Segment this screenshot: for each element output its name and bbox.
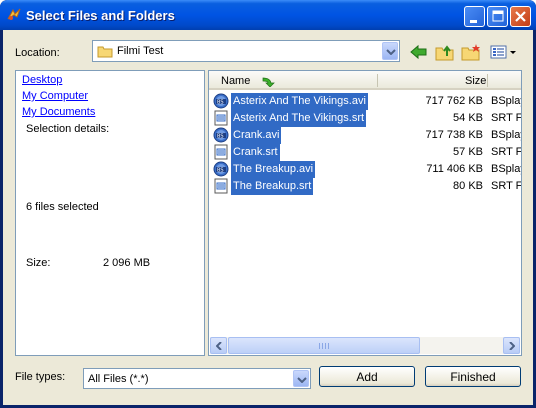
location-value: Filmi Test (117, 45, 164, 57)
scroll-thumb[interactable] (228, 337, 420, 354)
file-size: 57 KB (453, 146, 483, 158)
dialog-body: Location: Filmi Test Desktop My Computer… (3, 30, 533, 405)
link-desktop[interactable]: Desktop (22, 74, 62, 86)
file-size: 54 KB (453, 112, 483, 124)
scroll-left-button[interactable] (210, 337, 227, 354)
file-row[interactable]: BS Asterix And The Vikings.avi 717 762 KB B… (213, 93, 521, 110)
new-folder-icon (461, 44, 480, 61)
size-value: 2 096 MB (103, 257, 151, 269)
size-label: Size: (26, 257, 51, 269)
svg-text:BS: BS (217, 134, 224, 140)
window-title: Select Files and Folders (26, 8, 175, 23)
chevron-left-icon (216, 342, 222, 350)
file-row[interactable]: Crank.srt 57 KB SRT F (213, 144, 522, 161)
folder-up-icon (435, 45, 454, 61)
link-my-documents[interactable]: My Documents (22, 106, 95, 118)
file-type: BSplay (491, 95, 521, 107)
file-name: Asterix And The Vikings.avi (231, 93, 368, 110)
file-row[interactable]: BS The Breakup.avi 711 406 KB BSplay (213, 161, 521, 178)
file-name: Crank.avi (231, 127, 282, 144)
file-name: Crank.srt (231, 144, 280, 161)
minimize-icon (470, 20, 477, 23)
view-list-icon (490, 45, 516, 59)
back-arrow-icon (410, 44, 427, 60)
file-size: 80 KB (453, 180, 483, 192)
file-name: The Breakup.avi (231, 161, 316, 178)
column-size-header[interactable]: Size (465, 75, 486, 87)
horizontal-scrollbar[interactable] (210, 337, 520, 354)
file-row[interactable]: Asterix And The Vikings.srt 54 KB SRT F (213, 110, 522, 127)
file-size: 717 738 KB (425, 129, 484, 141)
bsplayer-icon: BS (213, 93, 229, 109)
close-button[interactable] (510, 6, 531, 27)
file-type: SRT F (491, 112, 522, 124)
svg-text:BS: BS (217, 100, 224, 106)
minimize-button[interactable] (464, 6, 485, 27)
file-types-dropdown-button[interactable] (293, 370, 309, 387)
file-row[interactable]: BS Crank.avi 717 738 KB BSplay (213, 127, 521, 144)
add-button[interactable]: Add (319, 366, 415, 387)
maximize-icon (492, 10, 504, 22)
new-folder-button[interactable] (460, 42, 482, 62)
file-name: The Breakup.srt (231, 178, 314, 195)
back-button[interactable] (408, 42, 430, 62)
scroll-right-button[interactable] (503, 337, 520, 354)
view-menu-button[interactable] (489, 42, 519, 62)
subtitle-file-icon (213, 178, 229, 194)
folder-icon (97, 46, 113, 58)
location-combo[interactable]: Filmi Test (92, 40, 400, 62)
column-separator[interactable] (377, 74, 378, 87)
column-separator[interactable] (487, 74, 488, 87)
file-types-value: All Files (*.*) (88, 373, 149, 385)
file-type: SRT F (491, 146, 522, 158)
column-name-header[interactable]: Name (221, 75, 250, 87)
sort-arrow-icon (262, 77, 275, 87)
file-type: BSplay (491, 129, 521, 141)
bsplayer-icon: BS (213, 161, 229, 177)
location-dropdown-button[interactable] (382, 42, 398, 60)
subtitle-file-icon (213, 144, 229, 160)
dialog-window: Select Files and Folders Location: Filmi… (0, 0, 536, 408)
location-label: Location: (15, 47, 60, 59)
close-icon (515, 11, 526, 22)
finished-button[interactable]: Finished (425, 366, 521, 387)
selection-details-label: Selection details: (26, 123, 110, 135)
file-list[interactable]: Name Size BS Asterix And The Vikings.avi 7… (208, 70, 522, 356)
places-panel: Desktop My Computer My Documents Selecti… (15, 70, 205, 356)
subtitle-file-icon (213, 110, 229, 126)
file-types-combo[interactable]: All Files (*.*) (83, 368, 311, 389)
maximize-button[interactable] (487, 6, 508, 27)
chevron-down-icon (386, 49, 396, 55)
title-bar[interactable]: Select Files and Folders (0, 0, 536, 30)
chevron-down-icon (297, 377, 307, 383)
svg-text:BS: BS (217, 168, 224, 174)
file-row[interactable]: The Breakup.srt 80 KB SRT F (213, 178, 522, 195)
selected-count-text: 6 files selected (26, 201, 99, 213)
up-folder-button[interactable] (434, 42, 456, 62)
bsplayer-icon: BS (213, 127, 229, 143)
file-types-label: File types: (15, 371, 66, 383)
column-header: Name Size (209, 71, 521, 90)
link-my-computer[interactable]: My Computer (22, 90, 88, 102)
file-size: 717 762 KB (425, 95, 484, 107)
file-name: Asterix And The Vikings.srt (231, 110, 367, 127)
file-type: SRT F (491, 180, 522, 192)
chevron-right-icon (509, 342, 515, 350)
file-type: BSplay (491, 163, 521, 175)
app-icon (7, 8, 21, 20)
file-size: 711 406 KB (426, 163, 483, 175)
